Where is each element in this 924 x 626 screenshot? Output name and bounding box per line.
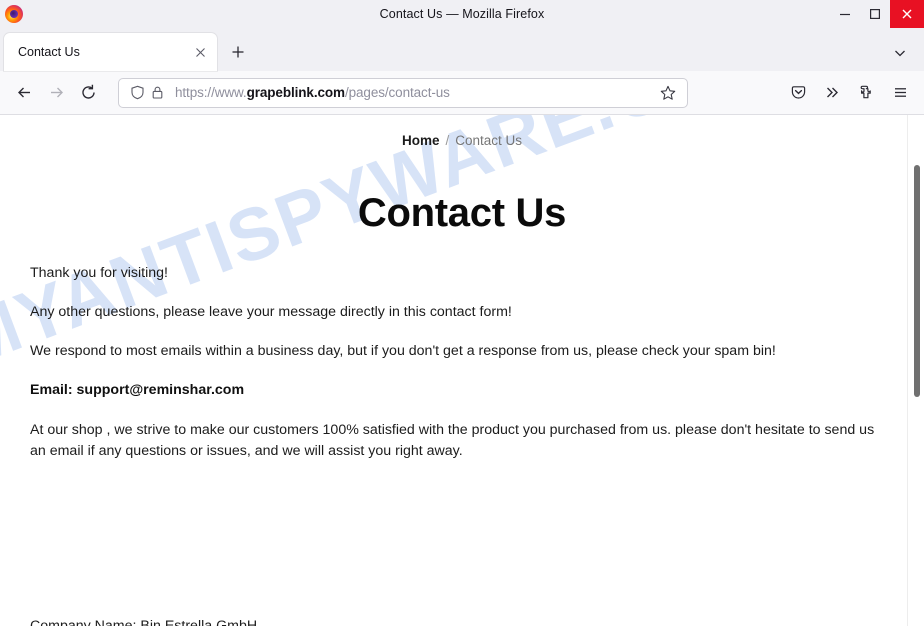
window-title: Contact Us — Mozilla Firefox xyxy=(379,7,545,21)
tracking-protection-shield-icon[interactable] xyxy=(127,83,147,103)
new-tab-button[interactable] xyxy=(223,37,253,67)
window-controls xyxy=(830,0,924,28)
padlock-icon[interactable] xyxy=(147,83,167,103)
page-body: Thank you for visiting! Any other questi… xyxy=(30,263,890,462)
paragraph-response-time: We respond to most emails within a busin… xyxy=(30,343,776,359)
overflow-chevrons-icon[interactable] xyxy=(816,77,848,109)
extensions-puzzle-icon[interactable] xyxy=(850,77,882,109)
paragraph-questions: Any other questions, please leave your m… xyxy=(30,304,512,320)
navigation-toolbar: https://www.grapeblink.com/pages/contact… xyxy=(0,71,924,115)
url-text[interactable]: https://www.grapeblink.com/pages/contact… xyxy=(175,85,657,100)
paragraph-thank-you: Thank you for visiting! xyxy=(30,265,168,281)
minimize-button[interactable] xyxy=(830,0,860,28)
page-scrollbar[interactable] xyxy=(907,115,924,626)
page-title: Contact Us xyxy=(357,190,567,235)
toolbar-right-buttons xyxy=(782,77,916,109)
tab-close-icon[interactable] xyxy=(191,43,209,61)
company-details: Company Name: Bin Estrella GmbH Company … xyxy=(30,615,890,626)
tab-strip: Contact Us xyxy=(0,29,924,71)
tab-title: Contact Us xyxy=(18,45,80,59)
list-all-tabs-chevron-down-icon[interactable] xyxy=(888,41,912,65)
back-button[interactable] xyxy=(8,77,40,109)
page-viewport: MYANTISPYWARE.COM Home / Contact Us Contac… xyxy=(0,115,924,626)
title-bar: Contact Us — Mozilla Firefox xyxy=(0,0,924,29)
bookmark-star-icon[interactable] xyxy=(657,82,679,104)
breadcrumb-separator: / xyxy=(445,133,450,148)
breadcrumb-home-link[interactable]: Home xyxy=(402,133,440,148)
contact-us-page: MYANTISPYWARE.COM Home / Contact Us Contac… xyxy=(0,115,924,626)
paragraph-satisfaction: At our shop , we strive to make our cust… xyxy=(30,422,875,459)
breadcrumb-current: Contact Us xyxy=(455,133,523,148)
browser-tab[interactable]: Contact Us xyxy=(4,33,217,71)
contact-email-line: Email: support@reminshar.com xyxy=(30,382,245,398)
firefox-browser-window: Contact Us — Mozilla Firefox Contact Us xyxy=(0,0,924,626)
close-window-button[interactable] xyxy=(890,0,924,28)
forward-button[interactable] xyxy=(40,77,72,109)
breadcrumb: Home / Contact Us xyxy=(0,133,924,148)
firefox-logo-icon xyxy=(5,5,23,23)
url-path: /pages/contact-us xyxy=(344,85,450,100)
scrollbar-thumb[interactable] xyxy=(914,165,920,397)
reload-button[interactable] xyxy=(72,77,104,109)
pocket-save-icon[interactable] xyxy=(782,77,814,109)
maximize-button[interactable] xyxy=(860,0,890,28)
application-menu-hamburger-icon[interactable] xyxy=(884,77,916,109)
url-bar[interactable]: https://www.grapeblink.com/pages/contact… xyxy=(118,77,688,108)
url-prefix: https://www. xyxy=(175,85,247,100)
company-name-line: Company Name: Bin Estrella GmbH xyxy=(30,618,258,626)
url-host: grapeblink.com xyxy=(246,85,345,100)
